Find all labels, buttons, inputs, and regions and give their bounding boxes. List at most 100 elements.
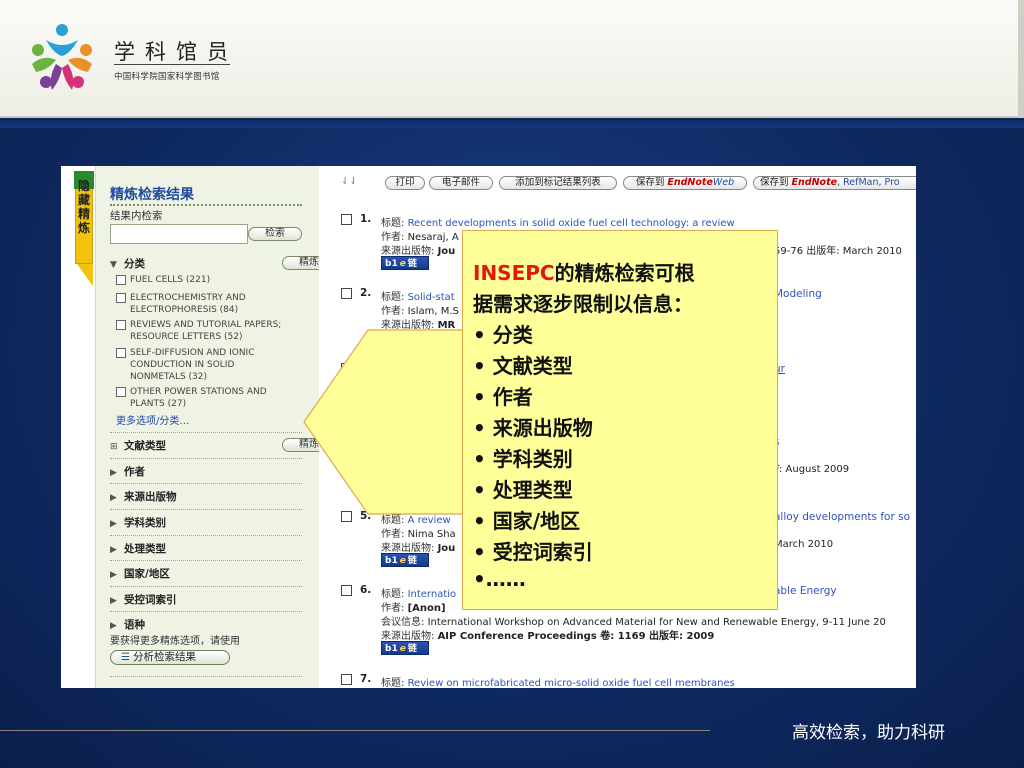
collapsed-icon: ▶ — [110, 493, 117, 503]
callout-line-2: 据需求逐步限制以信息： — [473, 292, 693, 316]
full-text-link-button[interactable]: b1e链 — [381, 553, 429, 567]
record-title-tail[interactable]: alloy developments for so — [774, 511, 910, 523]
logo-icon — [32, 24, 92, 90]
callout-heading-rest: 的精炼检索可根 — [554, 261, 695, 285]
category-item[interactable]: SELF-DIFFUSION AND IONIC CONDUCTION IN SO… — [116, 347, 302, 383]
callout-item: • 学科类别 — [473, 447, 573, 471]
category-label: OTHER POWER STATIONS AND — [130, 387, 267, 397]
category-checkbox[interactable] — [116, 348, 126, 358]
section-label: 来源出版物 — [124, 491, 177, 503]
link-e-icon: e — [399, 644, 406, 654]
print-button[interactable]: 打印 — [385, 176, 425, 190]
category-label: NONMETALS (32) — [130, 372, 208, 382]
category-label: ELECTROCHEMISTRY AND — [130, 293, 246, 303]
full-text-link-button[interactable]: b1e链 — [381, 641, 429, 655]
category-item[interactable]: OTHER POWER STATIONS AND PLANTS (27) — [116, 386, 302, 410]
panel-footer-divider — [110, 676, 302, 677]
save-endnote-web-button[interactable]: 保存到 EndNoteWeb — [623, 176, 747, 190]
email-button[interactable]: 电子邮件 — [429, 176, 493, 190]
section-header[interactable]: ▶ 处理类型 — [110, 541, 302, 556]
callout-item: • 作者 — [473, 385, 533, 409]
callout-box: INSEPC的精炼检索可根 据需求逐步限制以信息： • 分类 • 文献类型 • 作者… — [462, 230, 778, 610]
record-author: 作者: Nesaraj, A — [381, 228, 459, 243]
slogan: 高效检索，助力科研 — [792, 723, 945, 743]
record-author: 作者: [Anon] — [381, 599, 446, 614]
section-header[interactable]: ▶ 作者 — [110, 464, 302, 479]
callout-item: •…… — [473, 567, 526, 591]
record-title-row: 标题: Solid-stat — [381, 288, 455, 303]
section-header[interactable]: ▶ 来源出版物 — [110, 489, 302, 504]
record-checkbox[interactable] — [341, 674, 352, 685]
record-checkbox[interactable] — [341, 585, 352, 596]
section-categories[interactable]: ▼ 分类 — [110, 256, 302, 271]
record-title-row: 标题: Recent developments in solid oxide f… — [381, 214, 735, 229]
expand-icon: ⊞ — [110, 442, 118, 452]
endnote-suffix: , RefMan, Pro — [837, 177, 900, 188]
section-label: 语种 — [124, 619, 145, 631]
category-item[interactable]: FUEL CELLS (221) — [116, 274, 302, 286]
record-conference: 会议信息: International Workshop on Advanced… — [381, 613, 886, 628]
record-title-link[interactable]: Review on microfabricated micro-solid ox… — [408, 678, 735, 688]
results-toolbar: ⇃⇃ 打印 电子邮件 添加到标记结果列表 保存到 EndNoteWeb 保存到 … — [319, 176, 916, 192]
record-number: 7. — [360, 673, 372, 685]
section-header[interactable]: ▶ 受控词索引 — [110, 592, 302, 607]
category-label: ELECTROPHORESIS (84) — [130, 305, 239, 315]
category-checkbox[interactable] — [116, 320, 126, 330]
record-title-tail[interactable]: Modeling — [774, 288, 822, 300]
brand-subtitle: 中国科学院国家科学图书馆 — [114, 72, 220, 82]
within-search-button[interactable]: 检索 — [248, 227, 302, 241]
within-results-input[interactable] — [110, 224, 248, 244]
refine-title: 精炼检索结果 — [110, 187, 194, 203]
link-label: 链 — [407, 644, 417, 654]
category-label: FUEL CELLS (221) — [130, 275, 211, 285]
record-source-value: Jou — [437, 543, 456, 554]
record-checkbox[interactable] — [341, 214, 352, 225]
full-text-link-button[interactable]: b1e链 — [381, 256, 429, 270]
record-number: 1. — [360, 213, 372, 225]
select-arrow-icon: ⇃⇃ — [341, 176, 358, 187]
save-endnote-button[interactable]: 保存到 EndNote, RefMan, Pro — [753, 176, 916, 190]
record-checkbox[interactable] — [341, 288, 352, 299]
category-label: REVIEWS AND TUTORIAL PAPERS; — [130, 320, 282, 330]
record-source: 来源出版物: Jou — [381, 242, 455, 257]
analyze-results-button[interactable]: ☰ 分析检索结果 — [110, 650, 230, 665]
hide-refine-tab[interactable]: 隐藏精炼 — [61, 166, 95, 688]
callout-item: • 处理类型 — [473, 478, 573, 502]
collapsed-icon: ▶ — [110, 545, 117, 555]
section-divider — [110, 611, 302, 612]
analyze-note: 要获得更多精炼选项，请使用 — [110, 636, 240, 647]
category-checkbox[interactable] — [116, 387, 126, 397]
record-title-tail[interactable]: able Energy — [774, 585, 837, 597]
add-marked-button[interactable]: 添加到标记结果列表 — [499, 176, 617, 190]
category-checkbox[interactable] — [116, 293, 126, 303]
section-header[interactable]: ⊞ 文献类型 — [110, 438, 302, 453]
section-label: 处理类型 — [124, 543, 166, 555]
callout-item: • 国家/地区 — [473, 509, 581, 533]
record-title-row: 标题: Review on microfabricated micro-soli… — [381, 674, 735, 688]
section-header[interactable]: ▶ 语种 — [110, 617, 302, 632]
record-author: 作者: Islam, M.S — [381, 302, 459, 317]
save-endnote-web-label: 保存到 — [635, 177, 665, 188]
hide-refine-tab-label[interactable]: 隐藏精炼 — [74, 171, 94, 264]
refine-title-divider — [110, 204, 302, 206]
record-source-tail: March 2010 — [774, 539, 834, 550]
collapsed-icon: ▶ — [110, 519, 117, 529]
callout-item: • 来源出版物 — [473, 416, 593, 440]
callout-heading-en: INSEPC — [473, 261, 555, 285]
analyze-results-label: 分析检索结果 — [133, 651, 196, 663]
category-label: CONDUCTION IN SOLID — [130, 360, 235, 370]
section-header[interactable]: ▶ 学科类别 — [110, 515, 302, 530]
list-icon: ☰ — [121, 652, 130, 663]
header-band — [0, 120, 1024, 128]
link-e-icon: e — [399, 259, 406, 269]
section-header[interactable]: ▶ 国家/地区 — [110, 566, 302, 581]
more-options-link[interactable]: 更多选项/分类… — [116, 412, 189, 427]
record-number: 2. — [360, 287, 372, 299]
category-item[interactable]: REVIEWS AND TUTORIAL PAPERS; RESOURCE LET… — [116, 319, 302, 343]
link-label: 链 — [407, 259, 417, 269]
category-item[interactable]: ELECTROCHEMISTRY AND ELECTROPHORESIS (84) — [116, 292, 302, 316]
callout-arrow — [303, 329, 464, 515]
category-checkbox[interactable] — [116, 275, 126, 285]
save-endnote-label: 保存到 — [760, 177, 789, 188]
section-label: 作者 — [124, 466, 145, 478]
